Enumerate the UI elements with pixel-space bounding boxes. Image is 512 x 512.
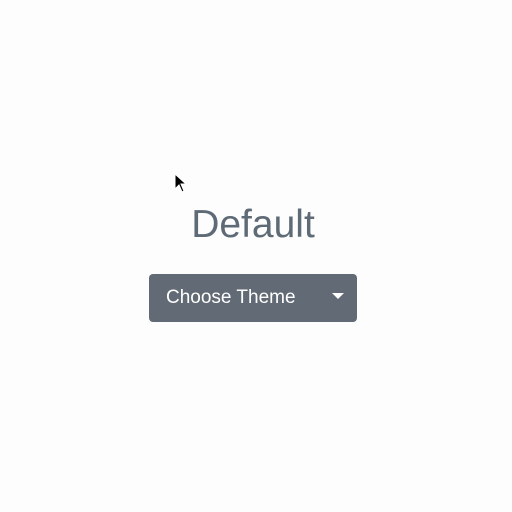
theme-title: Default bbox=[191, 203, 315, 246]
caret-down-icon bbox=[332, 293, 344, 299]
page: Default Choose Theme bbox=[0, 0, 512, 512]
dropdown-label: Choose Theme bbox=[166, 287, 296, 308]
choose-theme-dropdown-button[interactable]: Choose Theme bbox=[149, 274, 357, 322]
mouse-pointer-icon bbox=[174, 173, 188, 193]
